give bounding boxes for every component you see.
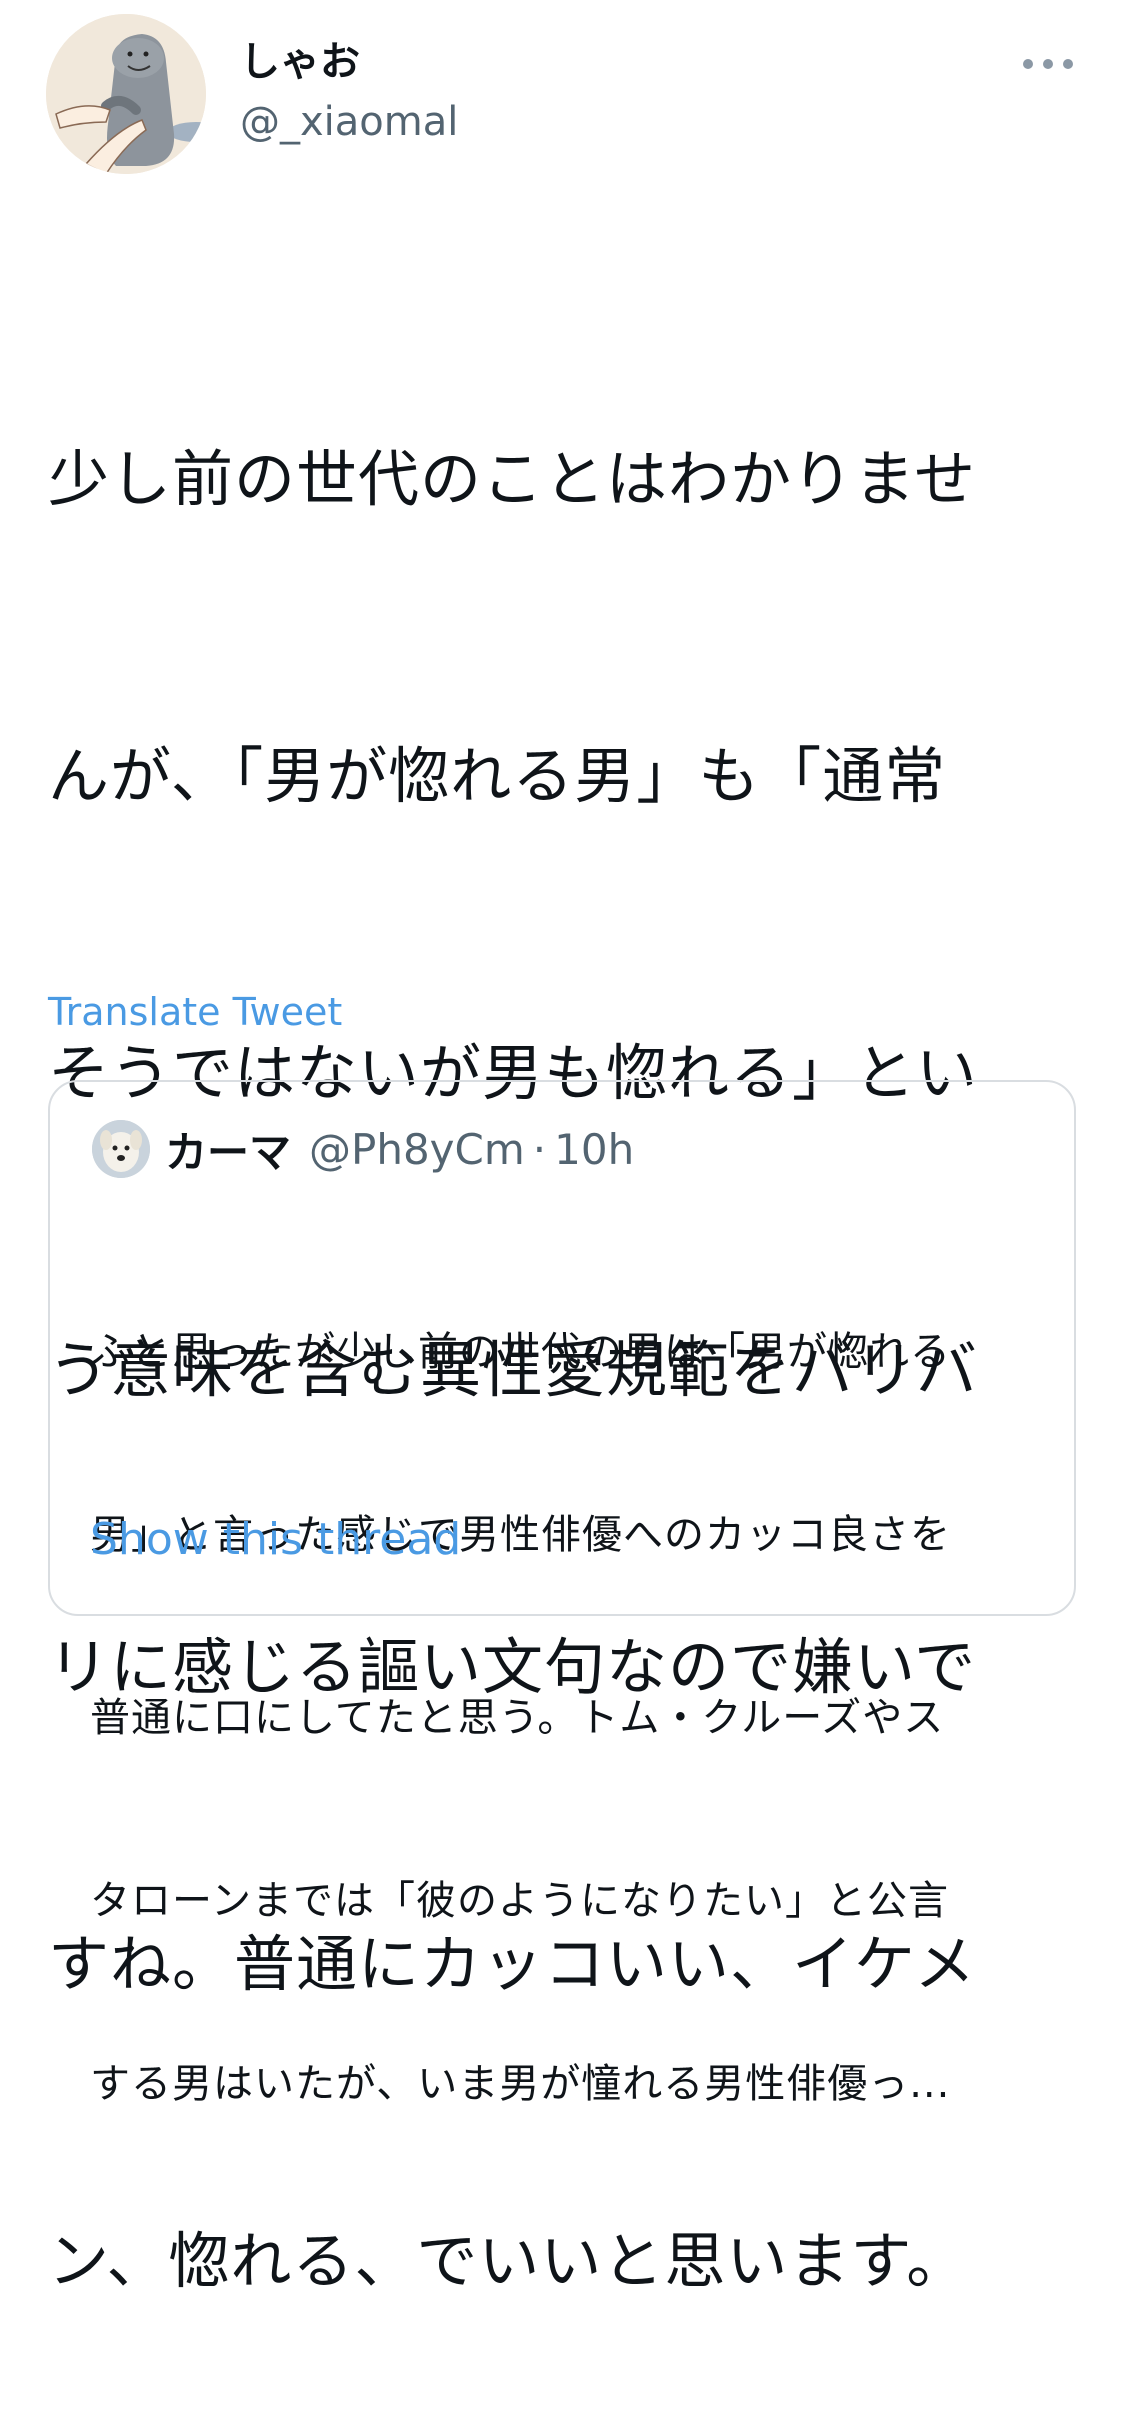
more-horizontal-icon[interactable]: [1018, 46, 1078, 82]
quoted-tweet-card[interactable]: カーマ @Ph8yCm · 10h ふと思ったが少し前の世代の男は「男が惚れる …: [48, 1080, 1076, 2107]
show-thread-link[interactable]: Show this thread: [90, 1512, 461, 1568]
quoted-text-line: ふと思ったが少し前の世代の男は「男が惚れる: [90, 1329, 951, 1375]
avatar-illustration: [46, 14, 206, 174]
quoted-timestamp[interactable]: 10h: [554, 1125, 634, 1174]
translate-tweet-link[interactable]: Translate Tweet: [48, 988, 342, 1036]
quoted-text-line: タローンまでは「彼のようになりたい」と公言: [90, 1878, 949, 1924]
quoted-text-line: する男はいたが、いま男が憧れる男性俳優っ...: [90, 2061, 951, 2107]
author-avatar[interactable]: [46, 14, 206, 174]
author-handle[interactable]: @_xiaomal: [240, 96, 458, 148]
quoted-tweet-header: カーマ @Ph8yCm · 10h: [165, 1120, 634, 1178]
dog-avatar-illustration: [92, 1120, 150, 1178]
quoted-display-name[interactable]: カーマ: [165, 1119, 291, 1180]
quoted-text-line: 普通に口にしてたと思う。トム・クルーズやス: [90, 1695, 945, 1741]
separator-dot: ·: [532, 1124, 547, 1174]
tweet-text-line: んが、「男が惚れる男」も「通常: [48, 741, 947, 812]
quoted-handle[interactable]: @Ph8yCm: [309, 1125, 525, 1174]
quoted-author-avatar[interactable]: [92, 1120, 150, 1178]
tweet-text-line: 少し前の世代のことはわかりませ: [48, 444, 977, 515]
author-display-name[interactable]: しゃお: [240, 36, 360, 88]
quoted-tweet-text: ふと思ったが少し前の世代の男は「男が惚れる 男」と言った感じで男性俳優へのカッコ…: [90, 1200, 1060, 2237]
